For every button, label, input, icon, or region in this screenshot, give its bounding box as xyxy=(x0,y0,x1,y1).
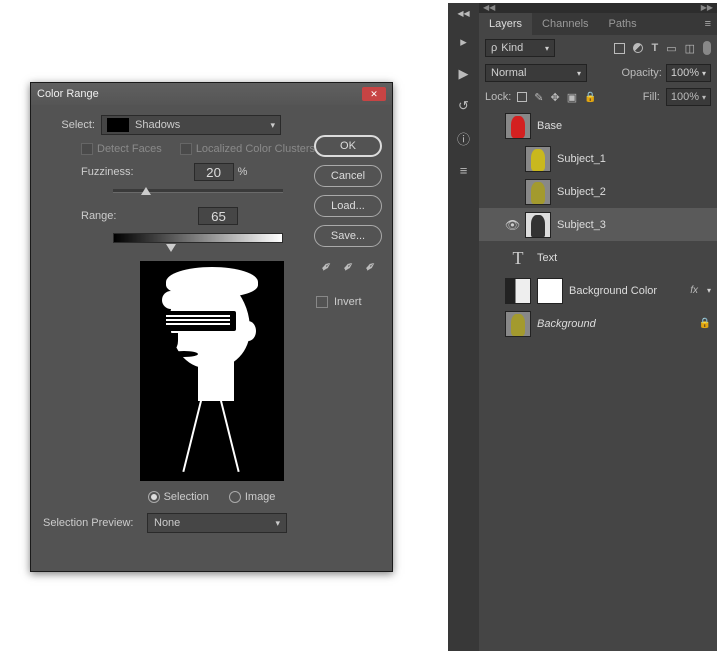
lock-position-icon[interactable]: ✥ xyxy=(551,91,560,104)
visibility-toggle[interactable]: 👁 xyxy=(505,218,519,232)
layer-row[interactable]: 👁 Subject_3 xyxy=(479,208,717,241)
fill-input[interactable]: 100%▾ xyxy=(666,88,711,106)
cancel-button[interactable]: Cancel xyxy=(314,165,382,187)
dock: ◀◀ ▸ ▶ ↺ ⓘ ≡ xyxy=(448,3,479,651)
layers-panel: ◀◀ ▶▶ Layers Channels Paths ≡ ρ Kind ▾ T … xyxy=(479,3,717,651)
layer-thumb-icon xyxy=(505,113,531,139)
filter-type-icon[interactable]: T xyxy=(651,42,658,54)
detect-faces-checkbox: Detect Faces xyxy=(81,143,162,155)
chevron-down-icon: ▾ xyxy=(545,44,549,53)
layer-row[interactable]: Base xyxy=(479,109,717,142)
lock-pixels-icon[interactable]: ✎ xyxy=(534,91,543,104)
layer-thumb-icon xyxy=(505,278,531,304)
select-label: Select: xyxy=(43,119,95,131)
layer-row[interactable]: Background 🔒 xyxy=(479,307,717,340)
selection-radio[interactable]: Selection xyxy=(148,491,209,503)
tool-icon-1[interactable]: ▸ xyxy=(456,34,472,50)
lock-label: Lock: xyxy=(485,91,511,103)
layer-thumb-icon xyxy=(525,179,551,205)
layer-row[interactable]: T Text xyxy=(479,241,717,274)
tab-channels[interactable]: Channels xyxy=(532,13,598,35)
selection-preview-dropdown[interactable]: None ▾ xyxy=(147,513,287,533)
dialog-titlebar[interactable]: Color Range ✕ xyxy=(31,83,392,105)
eyedropper-subtract-icon[interactable]: ✒ xyxy=(360,257,380,278)
shadows-swatch-icon xyxy=(107,118,129,132)
tab-paths[interactable]: Paths xyxy=(599,13,647,35)
load-button[interactable]: Load... xyxy=(314,195,382,217)
fuzziness-input[interactable] xyxy=(194,163,234,181)
fuzziness-label: Fuzziness: xyxy=(81,166,134,178)
glyphs-icon[interactable]: ≡ xyxy=(456,162,472,178)
layer-row[interactable]: Background Color fx ▾ xyxy=(479,274,717,307)
layer-thumb-icon xyxy=(525,212,551,238)
selection-preview-label: Selection Preview: xyxy=(43,517,141,529)
image-radio[interactable]: Image xyxy=(229,491,276,503)
info-icon[interactable]: ⓘ xyxy=(456,130,472,146)
blend-mode-dropdown[interactable]: Normal▾ xyxy=(485,64,587,82)
preview-image xyxy=(140,261,284,481)
lock-artboard-icon[interactable]: ▣ xyxy=(567,91,577,104)
expand-icon[interactable]: ◀◀ xyxy=(483,3,495,13)
color-range-dialog: Color Range ✕ Select: Shadows ▾ Detect F… xyxy=(30,82,393,572)
filter-adjust-icon[interactable] xyxy=(633,43,643,53)
filter-toggle-icon[interactable] xyxy=(703,41,711,55)
fuzziness-slider[interactable] xyxy=(113,189,283,193)
layer-row[interactable]: Subject_1 xyxy=(479,142,717,175)
percent-label: % xyxy=(238,166,248,178)
range-label: Range: xyxy=(81,210,116,222)
lock-icon: 🔒 xyxy=(699,318,711,329)
select-dropdown[interactable]: Shadows ▾ xyxy=(101,115,281,135)
ok-button[interactable]: OK xyxy=(314,135,382,157)
history-icon[interactable]: ↺ xyxy=(456,98,472,114)
type-layer-icon: T xyxy=(505,245,531,271)
chevron-down-icon: ▾ xyxy=(275,518,280,529)
range-input[interactable] xyxy=(198,207,238,225)
panels-group: ◀◀ ▸ ▶ ↺ ⓘ ≡ ◀◀ ▶▶ Layers Channels Paths … xyxy=(448,3,717,651)
tab-layers[interactable]: Layers xyxy=(479,13,532,35)
opacity-input[interactable]: 100%▾ xyxy=(666,64,711,82)
lock-all-icon[interactable]: 🔒 xyxy=(584,92,596,103)
eyedropper-icon[interactable]: ✒ xyxy=(316,257,336,278)
save-button[interactable]: Save... xyxy=(314,225,382,247)
chevron-down-icon: ▾ xyxy=(270,120,275,131)
dialog-title: Color Range xyxy=(37,88,362,100)
collapse-icon[interactable]: ◀◀ xyxy=(457,9,469,18)
panel-menu-icon[interactable]: ≡ xyxy=(705,18,711,30)
filter-shape-icon[interactable]: ▭ xyxy=(666,42,676,55)
lock-transparency-icon[interactable] xyxy=(517,92,527,102)
tool-icon-2[interactable]: ▶ xyxy=(456,66,472,82)
layer-row[interactable]: Subject_2 xyxy=(479,175,717,208)
filter-smart-icon[interactable]: ◫ xyxy=(685,42,695,55)
fx-badge[interactable]: fx xyxy=(690,285,698,296)
range-slider[interactable] xyxy=(113,233,283,243)
select-value: Shadows xyxy=(135,119,180,131)
invert-checkbox[interactable]: Invert xyxy=(316,296,382,308)
filter-kind-dropdown[interactable]: ρ Kind ▾ xyxy=(485,39,555,57)
fill-label: Fill: xyxy=(643,91,660,103)
chevron-down-icon[interactable]: ▾ xyxy=(707,286,711,295)
layer-thumb-icon xyxy=(505,311,531,337)
filter-pixel-icon[interactable] xyxy=(614,43,625,54)
opacity-label: Opacity: xyxy=(621,67,661,79)
close-button[interactable]: ✕ xyxy=(362,87,386,101)
localized-checkbox: Localized Color Clusters xyxy=(180,143,315,155)
layer-mask-icon xyxy=(537,278,563,304)
eyedropper-add-icon[interactable]: ✒ xyxy=(338,257,358,278)
expand-right-icon[interactable]: ▶▶ xyxy=(701,3,713,13)
layer-thumb-icon xyxy=(525,146,551,172)
